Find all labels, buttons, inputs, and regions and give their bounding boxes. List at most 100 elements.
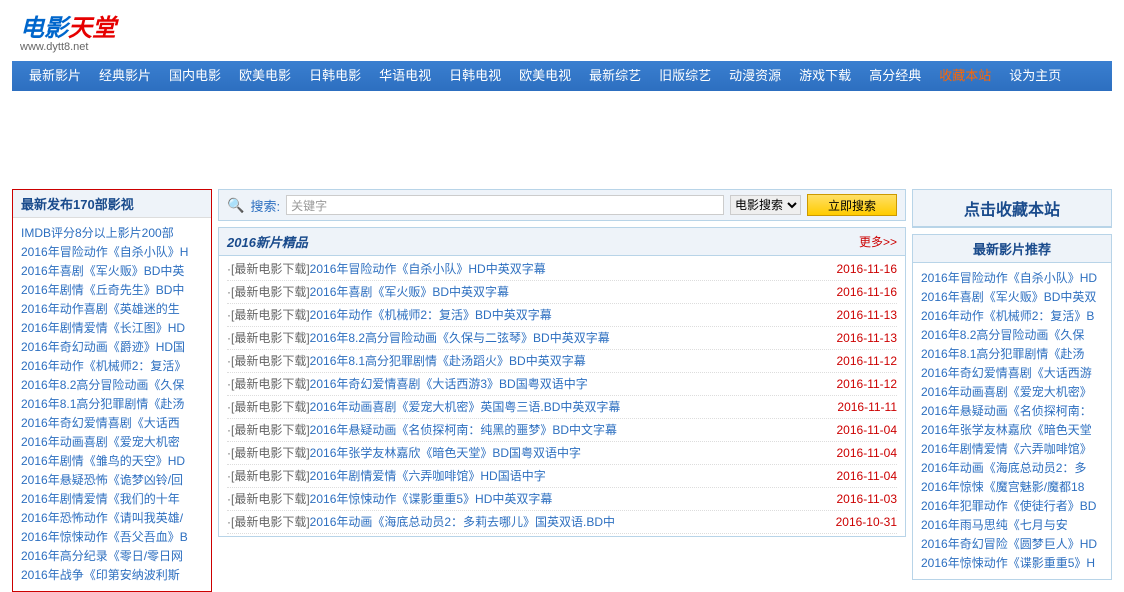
list-item[interactable]: 2016年动作喜剧《英雄迷的生: [21, 300, 203, 319]
list-item[interactable]: 2016年惊悚动作《谍影重重5》H: [921, 554, 1103, 573]
row-date: 2016-11-11: [807, 396, 897, 418]
row-text[interactable]: ·[最新电影下载]2016年冒险动作《自杀小队》HD中英双字幕: [227, 258, 807, 280]
list-item[interactable]: 2016年冒险动作《自杀小队》H: [21, 243, 203, 262]
list-item[interactable]: 2016年剧情爱情《六弄咖啡馆》: [921, 440, 1103, 459]
left-title: 最新发布170部影视: [13, 190, 211, 218]
nav-item[interactable]: 日韩电视: [440, 61, 510, 91]
list-item[interactable]: 2016年8.2高分冒险动画《久保: [921, 326, 1103, 345]
list-item[interactable]: 2016年冒险动作《自杀小队》HD: [921, 269, 1103, 288]
table-row: ·[最新电影下载]2016年张学友林嘉欣《暗色天堂》BD国粤双语中字2016-1…: [227, 442, 897, 465]
row-date: 2016-10-31: [807, 511, 897, 533]
nav-item[interactable]: 国内电影: [160, 61, 230, 91]
row-date: 2016-11-13: [807, 304, 897, 326]
row-text[interactable]: ·[最新电影下载]2016年动画《海底总动员2：多莉去哪儿》国英双语.BD中: [227, 511, 807, 533]
list-item[interactable]: 2016年动画《海底总动员2：多: [921, 459, 1103, 478]
nav-item[interactable]: 欧美电视: [510, 61, 580, 91]
favorite-link[interactable]: 点击收藏本站: [913, 190, 1111, 227]
row-text[interactable]: ·[最新电影下载]2016年惊悚动作《谍影重重5》HD中英双字幕: [227, 488, 807, 510]
row-date: 2016-11-03: [807, 488, 897, 510]
row-date: 2016-11-04: [807, 442, 897, 464]
nav-item[interactable]: 经典影片: [90, 61, 160, 91]
nav-item[interactable]: 最新影片: [20, 61, 90, 91]
mid-title: 2016新片精品: [227, 232, 308, 251]
nav-item[interactable]: 最新综艺: [580, 61, 650, 91]
list-item[interactable]: 2016年动作《机械师2：复活》B: [921, 307, 1103, 326]
list-item[interactable]: 2016年惊悚动作《吾父吾血》B: [21, 528, 203, 547]
list-item[interactable]: 2016年奇幻动画《爵迹》HD国: [21, 338, 203, 357]
search-select[interactable]: 电影搜索: [730, 195, 801, 215]
search-button[interactable]: 立即搜索: [807, 194, 897, 216]
table-row: ·[最新电影下载]2016年惊悚动作《谍影重重5》HD中英双字幕2016-11-…: [227, 488, 897, 511]
nav-item[interactable]: 华语电视: [370, 61, 440, 91]
nav-item[interactable]: 设为主页: [1000, 61, 1070, 91]
recommend-title: 最新影片推荐: [913, 235, 1111, 263]
list-item[interactable]: 2016年高分纪录《零日/零日网: [21, 547, 203, 566]
list-item[interactable]: 2016年8.2高分冒险动画《久保: [21, 376, 203, 395]
table-row: ·[最新电影下载]2016年悬疑动画《名侦探柯南：纯黑的噩梦》BD中文字幕201…: [227, 419, 897, 442]
list-item[interactable]: 2016年动画喜剧《爱宠大机密: [21, 433, 203, 452]
list-item[interactable]: 2016年惊悚《魔宫魅影/魔都18: [921, 478, 1103, 497]
table-row: ·[最新电影下载]2016年8.2高分冒险动画《久保与二弦琴》BD中英双字幕20…: [227, 327, 897, 350]
row-date: 2016-11-16: [807, 281, 897, 303]
table-row: ·[最新电影下载]2016年喜剧《军火贩》BD中英双字幕2016-11-16: [227, 281, 897, 304]
list-item[interactable]: 2016年奇幻爱情喜剧《大话西: [21, 414, 203, 433]
list-item[interactable]: 2016年恐怖动作《请叫我英雄/: [21, 509, 203, 528]
nav-item[interactable]: 高分经典: [860, 61, 930, 91]
list-item[interactable]: 2016年8.1高分犯罪剧情《赴汤: [921, 345, 1103, 364]
left-sidebar: 最新发布170部影视 IMDB评分8分以上影片200部2016年冒险动作《自杀小…: [12, 189, 212, 592]
new-films-box: 2016新片精品 更多>> ·[最新电影下载]2016年冒险动作《自杀小队》HD…: [218, 227, 906, 537]
row-date: 2016-11-16: [807, 258, 897, 280]
list-item[interactable]: 2016年张学友林嘉欣《暗色天堂: [921, 421, 1103, 440]
nav-item[interactable]: 旧版综艺: [650, 61, 720, 91]
list-item[interactable]: 2016年剧情爱情《我们的十年: [21, 490, 203, 509]
table-row: ·[最新电影下载]2016年冒险动作《自杀小队》HD中英双字幕2016-11-1…: [227, 258, 897, 281]
favorite-box: 点击收藏本站: [912, 189, 1112, 228]
table-row: ·[最新电影下载]2016年动画《海底总动员2：多莉去哪儿》国英双语.BD中20…: [227, 511, 897, 534]
row-text[interactable]: ·[最新电影下载]2016年动画喜剧《爱宠大机密》英国粤三语.BD中英双字幕: [227, 396, 807, 418]
table-row: ·[最新电影下载]2016年动画喜剧《爱宠大机密》英国粤三语.BD中英双字幕20…: [227, 396, 897, 419]
table-row: ·[最新电影下载]2016年动作《机械师2：复活》BD中英双字幕2016-11-…: [227, 304, 897, 327]
header: 电影天堂 www.dytt8.net: [12, 0, 1112, 61]
list-item[interactable]: 2016年剧情《雏鸟的天空》HD: [21, 452, 203, 471]
nav-item[interactable]: 收藏本站: [930, 61, 1000, 91]
list-item[interactable]: 2016年剧情《丘奇先生》BD中: [21, 281, 203, 300]
recommend-box: 最新影片推荐 2016年冒险动作《自杀小队》HD2016年喜剧《军火贩》BD中英…: [912, 234, 1112, 580]
table-row: ·[最新电影下载]2016年剧情爱情《六弄咖啡馆》HD国语中字2016-11-0…: [227, 465, 897, 488]
logo[interactable]: 电影天堂 www.dytt8.net: [20, 8, 116, 53]
list-item[interactable]: 2016年喜剧《军火贩》BD中英双: [921, 288, 1103, 307]
list-item[interactable]: 2016年8.1高分犯罪剧情《赴汤: [21, 395, 203, 414]
logo-text-2: 天堂: [68, 15, 116, 42]
table-row: ·[最新电影下载]2016年8.1高分犯罪剧情《赴汤蹈火》BD中英双字幕2016…: [227, 350, 897, 373]
row-date: 2016-11-13: [807, 327, 897, 349]
search-icon: 🔍: [227, 197, 244, 214]
row-date: 2016-11-12: [807, 373, 897, 395]
list-item[interactable]: 2016年动画喜剧《爱宠大机密》: [921, 383, 1103, 402]
search-input[interactable]: [286, 195, 724, 215]
row-text[interactable]: ·[最新电影下载]2016年剧情爱情《六弄咖啡馆》HD国语中字: [227, 465, 807, 487]
list-item[interactable]: 2016年战争《印第安纳波利斯: [21, 566, 203, 585]
row-text[interactable]: ·[最新电影下载]2016年奇幻爱情喜剧《大话西游3》BD国粤双语中字: [227, 373, 807, 395]
list-item[interactable]: 2016年奇幻爱情喜剧《大话西游: [921, 364, 1103, 383]
list-item[interactable]: 2016年悬疑恐怖《诡梦凶铃/回: [21, 471, 203, 490]
list-item[interactable]: 2016年剧情爱情《长江图》HD: [21, 319, 203, 338]
list-item[interactable]: 2016年悬疑动画《名侦探柯南：: [921, 402, 1103, 421]
nav-item[interactable]: 动漫资源: [720, 61, 790, 91]
more-link[interactable]: 更多>>: [859, 233, 897, 250]
row-text[interactable]: ·[最新电影下载]2016年8.1高分犯罪剧情《赴汤蹈火》BD中英双字幕: [227, 350, 807, 372]
row-text[interactable]: ·[最新电影下载]2016年动作《机械师2：复活》BD中英双字幕: [227, 304, 807, 326]
list-item[interactable]: IMDB评分8分以上影片200部: [21, 224, 203, 243]
row-date: 2016-11-04: [807, 419, 897, 441]
row-date: 2016-11-04: [807, 465, 897, 487]
search-label: 搜索:: [250, 196, 280, 215]
list-item[interactable]: 2016年喜剧《军火贩》BD中英: [21, 262, 203, 281]
row-text[interactable]: ·[最新电影下载]2016年张学友林嘉欣《暗色天堂》BD国粤双语中字: [227, 442, 807, 464]
nav-item[interactable]: 日韩电影: [300, 61, 370, 91]
row-text[interactable]: ·[最新电影下载]2016年8.2高分冒险动画《久保与二弦琴》BD中英双字幕: [227, 327, 807, 349]
list-item[interactable]: 2016年犯罪动作《使徒行者》BD: [921, 497, 1103, 516]
list-item[interactable]: 2016年动作《机械师2：复活》: [21, 357, 203, 376]
list-item[interactable]: 2016年奇幻冒险《圆梦巨人》HD: [921, 535, 1103, 554]
row-text[interactable]: ·[最新电影下载]2016年悬疑动画《名侦探柯南：纯黑的噩梦》BD中文字幕: [227, 419, 807, 441]
nav-item[interactable]: 游戏下载: [790, 61, 860, 91]
row-text[interactable]: ·[最新电影下载]2016年喜剧《军火贩》BD中英双字幕: [227, 281, 807, 303]
nav-item[interactable]: 欧美电影: [230, 61, 300, 91]
